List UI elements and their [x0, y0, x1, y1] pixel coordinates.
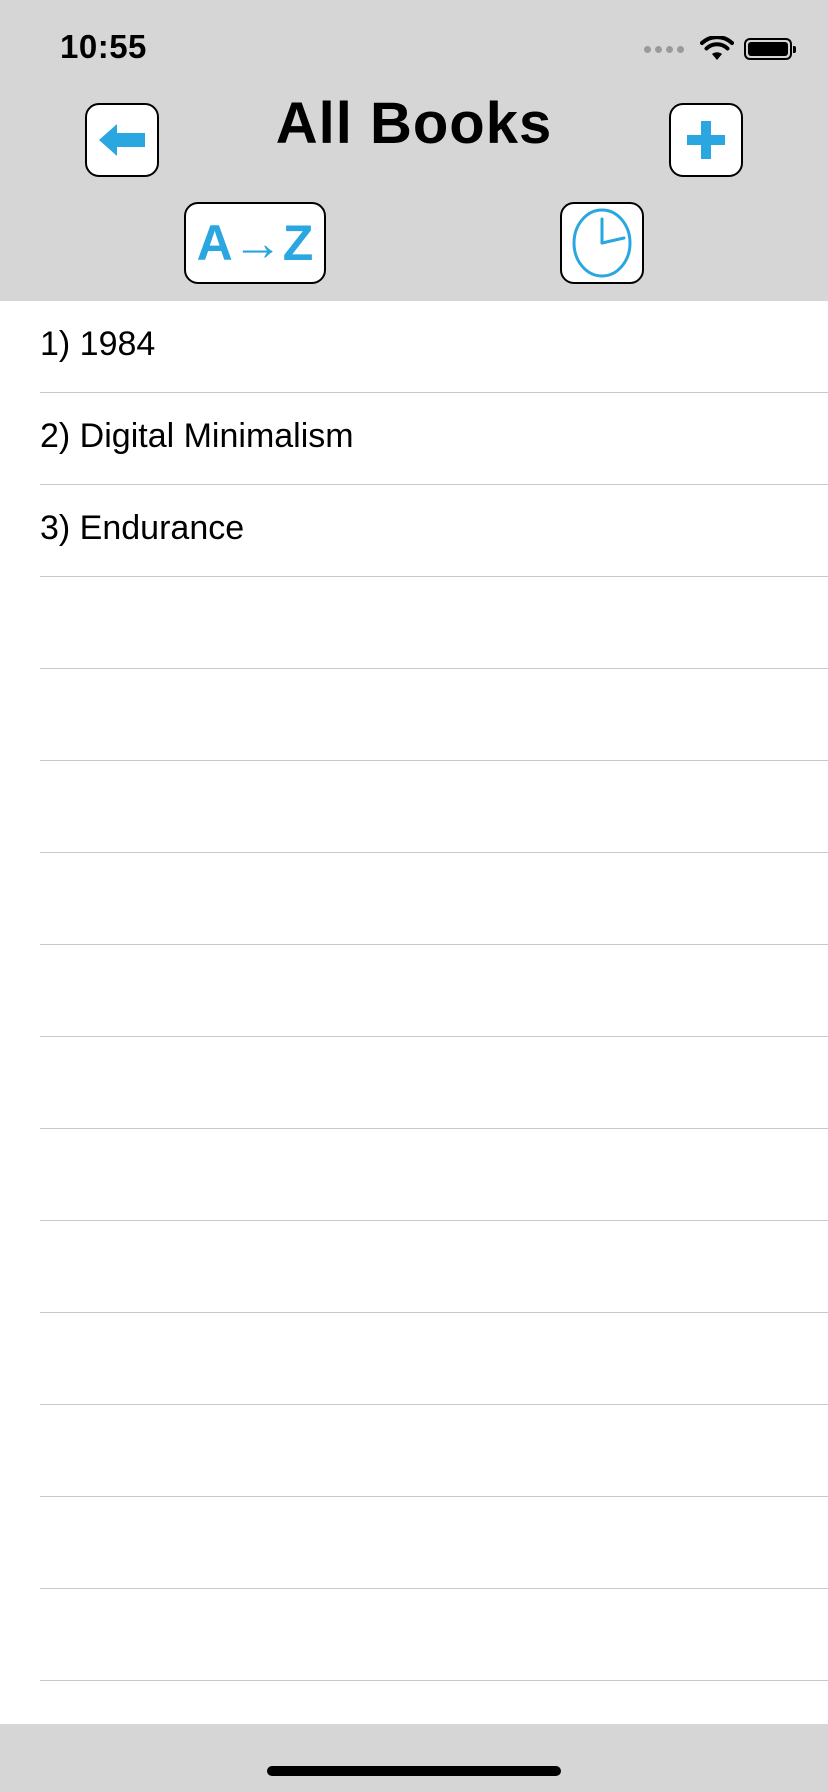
home-indicator[interactable]: [267, 1766, 561, 1776]
book-list-row[interactable]: [40, 1037, 828, 1129]
status-indicators: [644, 34, 796, 64]
book-title: 2) Digital Minimalism: [40, 417, 354, 455]
book-list-row[interactable]: [40, 1129, 828, 1221]
book-list-row[interactable]: [40, 761, 828, 853]
status-time: 10:55: [60, 28, 147, 65]
book-title: 1) 1984: [40, 325, 156, 363]
book-title: 3) Endurance: [40, 509, 245, 547]
add-book-button[interactable]: [669, 103, 743, 177]
battery-icon: [744, 38, 796, 60]
book-list-row[interactable]: 3) Endurance: [40, 485, 828, 577]
sort-alphabetical-label: A→Z: [196, 215, 314, 271]
book-list-row[interactable]: [40, 853, 828, 945]
clock-icon: [572, 208, 632, 278]
sort-by-time-button[interactable]: [560, 202, 644, 284]
book-list-row[interactable]: [40, 1497, 828, 1589]
wifi-icon: [700, 36, 734, 60]
book-list-row[interactable]: [40, 1313, 828, 1405]
book-list-row[interactable]: 2) Digital Minimalism: [40, 393, 828, 485]
back-button[interactable]: [85, 103, 159, 177]
arrow-left-icon: [99, 124, 145, 156]
plus-icon: [687, 121, 725, 159]
book-list-row[interactable]: [40, 1589, 828, 1681]
book-list-row[interactable]: [40, 1405, 828, 1497]
header-bar: 10:55 All Books A→Z: [0, 0, 828, 301]
book-list-row[interactable]: [40, 577, 828, 669]
book-list-row[interactable]: [40, 945, 828, 1037]
home-bar-area: [0, 1724, 828, 1792]
book-list-row[interactable]: [40, 1221, 828, 1313]
book-list-row[interactable]: [40, 669, 828, 761]
sort-alphabetical-button[interactable]: A→Z: [184, 202, 326, 284]
book-list-row[interactable]: 1) 1984: [40, 301, 828, 393]
cellular-signal-icon: [644, 45, 684, 53]
book-list: 1) 1984 2) Digital Minimalism 3) Endurance: [0, 301, 828, 1681]
screen: 10:55 All Books A→Z 1) 1984 2) Digital M…: [0, 0, 828, 1792]
